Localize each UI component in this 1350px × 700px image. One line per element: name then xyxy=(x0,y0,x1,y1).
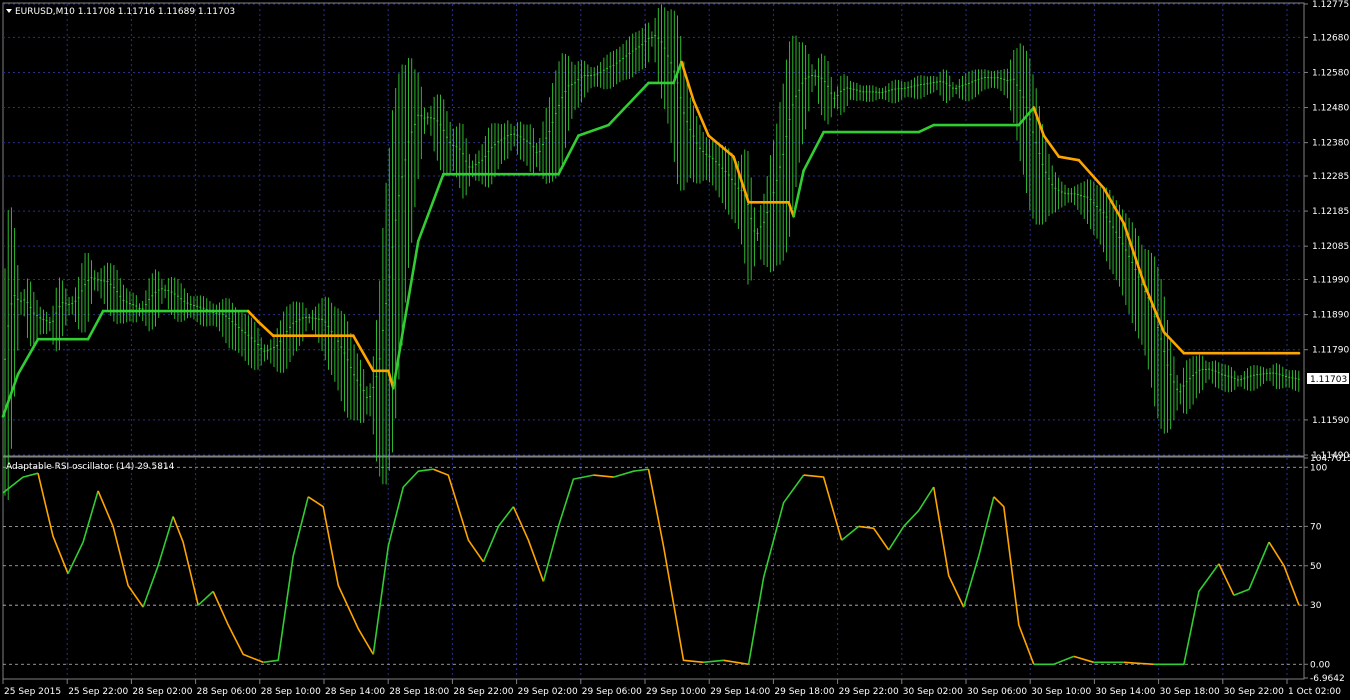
price-label: 1.12380 xyxy=(1312,139,1349,149)
time-label: 29 Sep 06:00 xyxy=(582,687,642,697)
time-label: 29 Sep 02:00 xyxy=(518,687,578,697)
time-label: 29 Sep 10:00 xyxy=(646,687,706,697)
time-label: 25 Sep 2015 xyxy=(4,687,61,697)
level-label: 70 xyxy=(1310,522,1322,532)
time-label: 30 Sep 22:00 xyxy=(1224,687,1284,697)
time-label: 25 Sep 22:00 xyxy=(68,687,128,697)
level-label: 100 xyxy=(1310,463,1327,473)
price-label: 1.11990 xyxy=(1312,276,1349,286)
price-label: 1.11890 xyxy=(1312,311,1349,321)
time-label: 29 Sep 22:00 xyxy=(839,687,899,697)
level-label: 0.00 xyxy=(1310,660,1330,670)
time-label: 29 Sep 18:00 xyxy=(774,687,834,697)
price-label: 1.12085 xyxy=(1312,242,1349,252)
level-label: -6.9642 xyxy=(1310,674,1345,684)
time-label: 29 Sep 14:00 xyxy=(710,687,770,697)
time-label: 28 Sep 18:00 xyxy=(389,687,449,697)
oscillator-frame xyxy=(2,456,1305,680)
oscillator-header: Adaptable RSI oscillator (14) 29.5814 xyxy=(6,462,175,472)
time-label: 30 Sep 10:00 xyxy=(1031,687,1091,697)
main-chart-frame xyxy=(2,2,1305,457)
price-label: 1.12285 xyxy=(1312,172,1349,182)
time-label: 1 Oct 02:00 xyxy=(1288,687,1341,697)
level-label: 30 xyxy=(1310,601,1322,611)
time-axis: 25 Sep 2015 25 Sep 22:00 28 Sep 02:00 28 Se… xyxy=(2,679,1341,697)
price-label: 1.12580 xyxy=(1312,68,1349,78)
price-label: 1.12480 xyxy=(1312,104,1349,114)
symbol-header: EURUSD,M10 1.11708 1.11716 1.11689 1.117… xyxy=(15,7,235,17)
price-label: 1.12185 xyxy=(1312,207,1349,217)
time-label: 28 Sep 02:00 xyxy=(132,687,192,697)
time-label: 28 Sep 14:00 xyxy=(325,687,385,697)
price-label: 1.12775 xyxy=(1312,0,1349,10)
price-label: 1.12680 xyxy=(1312,33,1349,43)
time-label: 30 Sep 06:00 xyxy=(967,687,1027,697)
chart-window[interactable]: 1.12775 1.12680 1.12580 1.12480 1.12380 1.122… xyxy=(0,0,1350,700)
oscillator-axis: 104.70151007050300.00-6.9642 xyxy=(1304,454,1350,684)
time-label: 28 Sep 22:00 xyxy=(453,687,513,697)
time-label: 30 Sep 14:00 xyxy=(1095,687,1155,697)
svg-text:1.11703: 1.11703 xyxy=(1310,375,1347,385)
time-label: 28 Sep 06:00 xyxy=(197,687,257,697)
current-price-tag: 1.11703 xyxy=(1307,373,1349,385)
price-label: 1.11790 xyxy=(1312,346,1349,356)
time-label: 30 Sep 02:00 xyxy=(903,687,963,697)
level-label: 50 xyxy=(1310,562,1322,572)
price-axis: 1.12775 1.12680 1.12580 1.12480 1.12380 1.122… xyxy=(1304,0,1349,461)
time-label: 28 Sep 10:00 xyxy=(261,687,321,697)
time-label: 30 Sep 18:00 xyxy=(1160,687,1220,697)
price-label: 1.11590 xyxy=(1312,416,1349,426)
